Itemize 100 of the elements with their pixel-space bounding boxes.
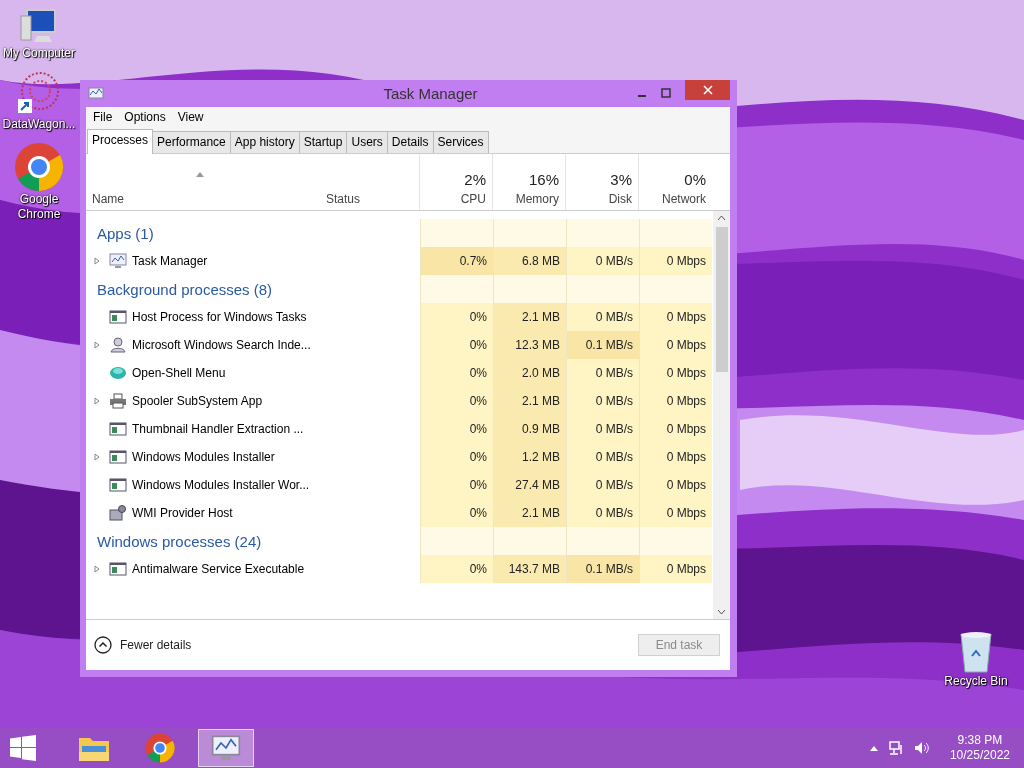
usage-cell: 2.1 MB [493, 499, 566, 527]
desktop-icon-label[interactable]: Google Chrome [1, 192, 77, 222]
menu-item[interactable]: View [177, 110, 204, 126]
column-total: 2% [463, 171, 486, 188]
usage-cell: 1.2 MB [493, 443, 566, 471]
expand-arrow-icon[interactable] [94, 453, 100, 461]
network-icon[interactable] [887, 740, 904, 756]
expand-arrow-icon[interactable] [94, 565, 100, 573]
usage-cell: 0 Mbps [639, 499, 712, 527]
usage-cell: 0 Mbps [639, 387, 712, 415]
tab[interactable]: Users [346, 131, 388, 153]
app-icon [88, 86, 104, 101]
usage-cell: 0 MB/s [566, 415, 639, 443]
usage-cell: 2.1 MB [493, 303, 566, 331]
column-header[interactable]: Memory [499, 192, 559, 206]
expand-arrow-icon[interactable] [94, 257, 100, 265]
maximize-icon[interactable] [661, 87, 671, 98]
scrollbar[interactable] [713, 211, 730, 619]
usage-cell: 0 Mbps [639, 359, 712, 387]
usage-cell: 0 MB/s [566, 499, 639, 527]
tab[interactable]: Services [432, 131, 489, 153]
scroll-up-icon[interactable] [717, 215, 726, 221]
usage-cell: 0 Mbps [639, 471, 712, 499]
usage-cell: 0 MB/s [566, 303, 639, 331]
column-total: 0% [683, 171, 706, 188]
column-header[interactable]: CPU [426, 192, 486, 206]
window-icon [109, 309, 127, 325]
column-total: 3% [609, 171, 632, 188]
process-name[interactable]: Windows Modules Installer [132, 450, 275, 464]
usage-cell: 0 Mbps [639, 415, 712, 443]
desktop-icon-label[interactable]: DataWagon... [1, 117, 77, 132]
process-name[interactable]: Host Process for Windows Tasks [132, 310, 307, 324]
usage-cell: 0 Mbps [639, 443, 712, 471]
expand-arrow-icon[interactable] [94, 397, 100, 405]
window-icon [109, 561, 127, 577]
usage-cell: 0.7% [420, 247, 493, 275]
expand-arrow-icon[interactable] [94, 341, 100, 349]
clock-date: 10/25/2022 [949, 748, 1010, 763]
tab[interactable]: App history [229, 131, 300, 153]
menu-item[interactable]: File [93, 110, 113, 126]
process-name[interactable]: Thumbnail Handler Extraction ... [132, 422, 304, 436]
usage-cell: 0 MB/s [566, 387, 639, 415]
column-header[interactable]: Status [326, 192, 413, 206]
usage-cell: 0.9 MB [493, 415, 566, 443]
sort-arrow-icon[interactable] [196, 172, 204, 177]
speaker-icon[interactable] [913, 740, 930, 756]
recycle-bin-icon[interactable] [958, 630, 994, 674]
clock[interactable]: 9:38 PM 10/25/2022 [949, 733, 1010, 763]
tab[interactable]: Processes [87, 129, 154, 154]
usage-cell: 0% [420, 303, 493, 331]
column-header[interactable]: Disk [572, 192, 632, 206]
printer-icon [109, 393, 127, 409]
tab[interactable]: Startup [298, 131, 348, 153]
usage-cell: 0 MB/s [566, 247, 639, 275]
usage-cell: 0% [420, 331, 493, 359]
close-icon[interactable] [702, 85, 713, 95]
process-name[interactable]: Open-Shell Menu [132, 366, 226, 380]
column-header[interactable]: Network [645, 192, 706, 206]
process-name[interactable]: Microsoft Windows Search Inde... [132, 338, 311, 352]
shell-icon [109, 365, 127, 381]
group-heading: Windows processes (24) [97, 532, 262, 550]
close-button[interactable] [685, 80, 730, 100]
column-header[interactable]: Name [92, 192, 314, 206]
process-name[interactable]: Windows Modules Installer Wor... [132, 478, 310, 492]
usage-cell: 6.8 MB [493, 247, 566, 275]
process-name[interactable]: Spooler SubSystem App [132, 394, 263, 408]
usage-cell: 0% [420, 415, 493, 443]
person-magnifier-icon [109, 337, 127, 353]
taskbar-button[interactable] [198, 729, 254, 767]
show-hidden-icons-icon[interactable] [869, 745, 878, 751]
desktop-icon-label[interactable]: Recycle Bin [938, 674, 1014, 689]
usage-cell: 0 Mbps [639, 555, 712, 583]
usage-cell: 0% [420, 555, 493, 583]
chrome-icon[interactable] [145, 733, 175, 763]
gear-computer-icon [109, 505, 127, 521]
monitor-chart-icon [109, 253, 127, 269]
usage-cell: 0 MB/s [566, 359, 639, 387]
usage-cell: 0% [420, 359, 493, 387]
menu-item[interactable]: Options [124, 110, 166, 126]
group-heading: Background processes (8) [97, 280, 273, 298]
process-name[interactable]: Task Manager [132, 254, 208, 268]
windows-logo-icon[interactable] [10, 735, 36, 761]
usage-cell: 0% [420, 443, 493, 471]
usage-cell: 143.7 MB [493, 555, 566, 583]
scroll-thumb[interactable] [715, 227, 728, 372]
scroll-down-icon[interactable] [717, 609, 726, 615]
process-name[interactable]: Antimalware Service Executable [132, 562, 305, 576]
tab[interactable]: Performance [152, 131, 231, 153]
clock-time: 9:38 PM [957, 733, 1003, 748]
tab[interactable]: Details [386, 131, 434, 153]
usage-cell: 0% [420, 387, 493, 415]
usage-cell: 0 Mbps [639, 331, 712, 359]
collapse-icon[interactable] [94, 636, 112, 654]
fewer-details-link[interactable]: Fewer details [94, 636, 192, 654]
process-name[interactable]: WMI Provider Host [132, 506, 233, 520]
window-title: Task Manager [382, 85, 479, 102]
chrome-icon[interactable] [14, 142, 64, 192]
monitor-chart-icon[interactable] [211, 734, 241, 762]
usage-cell: 2.0 MB [493, 359, 566, 387]
usage-cell: 0 MB/s [566, 443, 639, 471]
